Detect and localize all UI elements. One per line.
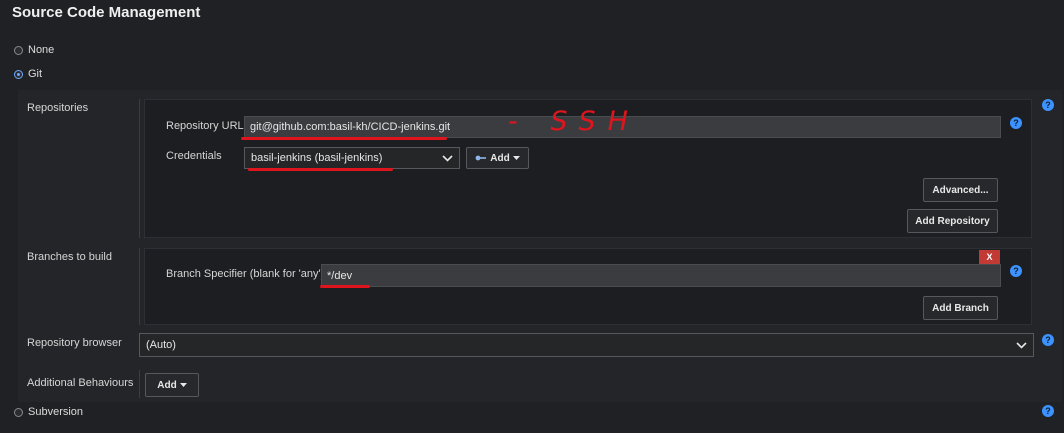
additional-behaviours-label: Additional Behaviours	[27, 377, 134, 389]
add-credentials-label: Add	[490, 152, 510, 164]
branch-specifier-help-icon[interactable]: ?	[1010, 265, 1022, 277]
add-credentials-button[interactable]: Add	[466, 147, 529, 169]
delete-branch-button[interactable]: X	[979, 250, 1000, 264]
subversion-radio[interactable]	[14, 407, 23, 417]
advanced-button[interactable]: Advanced...	[923, 178, 998, 202]
repositories-label: Repositories	[27, 102, 89, 114]
panel-divider	[139, 99, 140, 238]
annotation-ssh-text: - SSH	[508, 106, 640, 137]
repository-browser-label: Repository browser	[27, 337, 122, 349]
annotation-underline-credentials	[248, 168, 393, 171]
add-repository-button[interactable]: Add Repository	[907, 209, 998, 233]
annotation-underline-branch	[320, 285, 370, 288]
add-behaviour-label: Add	[157, 379, 177, 391]
annotation-underline-url	[241, 137, 447, 140]
subversion-help-icon[interactable]: ?	[1042, 405, 1054, 417]
git-radio[interactable]	[14, 69, 23, 79]
repositories-help-icon[interactable]: ?	[1042, 99, 1054, 111]
key-icon	[475, 155, 487, 161]
credentials-label: Credentials	[166, 150, 222, 162]
repository-url-help-icon[interactable]: ?	[1010, 117, 1022, 129]
add-branch-button[interactable]: Add Branch	[923, 296, 998, 320]
caret-down-icon	[179, 383, 187, 387]
scm-subversion-option[interactable]: Subversion	[14, 406, 83, 418]
git-label: Git	[28, 68, 43, 80]
chevron-down-icon	[1016, 341, 1027, 349]
add-behaviour-button[interactable]: Add	[145, 373, 199, 397]
panel-divider	[139, 370, 140, 398]
scm-none-option[interactable]: None	[14, 44, 54, 56]
credentials-value: basil-jenkins (basil-jenkins)	[251, 152, 383, 164]
branches-label: Branches to build	[27, 251, 112, 263]
scm-git-option[interactable]: Git	[14, 68, 42, 80]
branch-specifier-input[interactable]: */dev	[321, 264, 1001, 287]
none-radio[interactable]	[14, 45, 23, 55]
section-title: Source Code Management	[12, 4, 201, 21]
repository-url-label: Repository URL	[166, 120, 244, 132]
repository-browser-value: (Auto)	[146, 339, 176, 351]
subversion-label: Subversion	[28, 406, 84, 418]
branch-specifier-label: Branch Specifier (blank for 'any')	[166, 268, 325, 280]
none-label: None	[28, 44, 55, 56]
panel-divider	[139, 248, 140, 325]
caret-down-icon	[512, 156, 520, 160]
credentials-select[interactable]: basil-jenkins (basil-jenkins)	[244, 147, 460, 169]
chevron-down-icon	[442, 154, 453, 162]
repository-browser-help-icon[interactable]: ?	[1042, 334, 1054, 346]
repository-browser-select[interactable]: (Auto)	[139, 333, 1034, 357]
